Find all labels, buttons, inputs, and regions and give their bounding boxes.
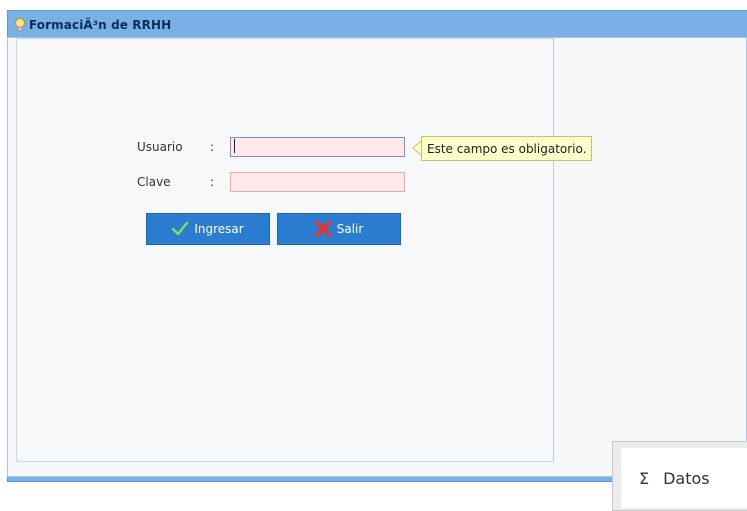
ingresar-label: Ingresar	[194, 222, 244, 236]
validation-tooltip: Este campo es obligatorio.	[421, 136, 593, 161]
close-icon	[314, 221, 331, 237]
datos-label: Datos	[663, 468, 710, 488]
text-caret	[234, 139, 235, 153]
datos-button[interactable]: Σ Datos	[621, 448, 747, 508]
usuario-colon: :	[210, 140, 215, 154]
salir-button[interactable]: Salir	[277, 213, 401, 245]
window-title: FormaciÃ³n de RRHH	[29, 18, 172, 32]
ingresar-button[interactable]: Ingresar	[146, 213, 270, 245]
clave-input[interactable]	[230, 172, 405, 192]
sigma-icon: Σ	[639, 468, 650, 488]
checkmark-icon	[172, 222, 189, 236]
clave-label: Clave	[137, 175, 171, 189]
clave-colon: :	[210, 175, 215, 189]
usuario-input[interactable]	[230, 137, 405, 157]
usuario-label: Usuario	[137, 140, 183, 154]
lightbulb-icon	[14, 17, 26, 33]
form-area	[16, 38, 554, 462]
salir-label: Salir	[336, 222, 364, 236]
panel-header: FormaciÃ³n de RRHH	[8, 11, 747, 39]
vertical-divider	[553, 38, 554, 462]
